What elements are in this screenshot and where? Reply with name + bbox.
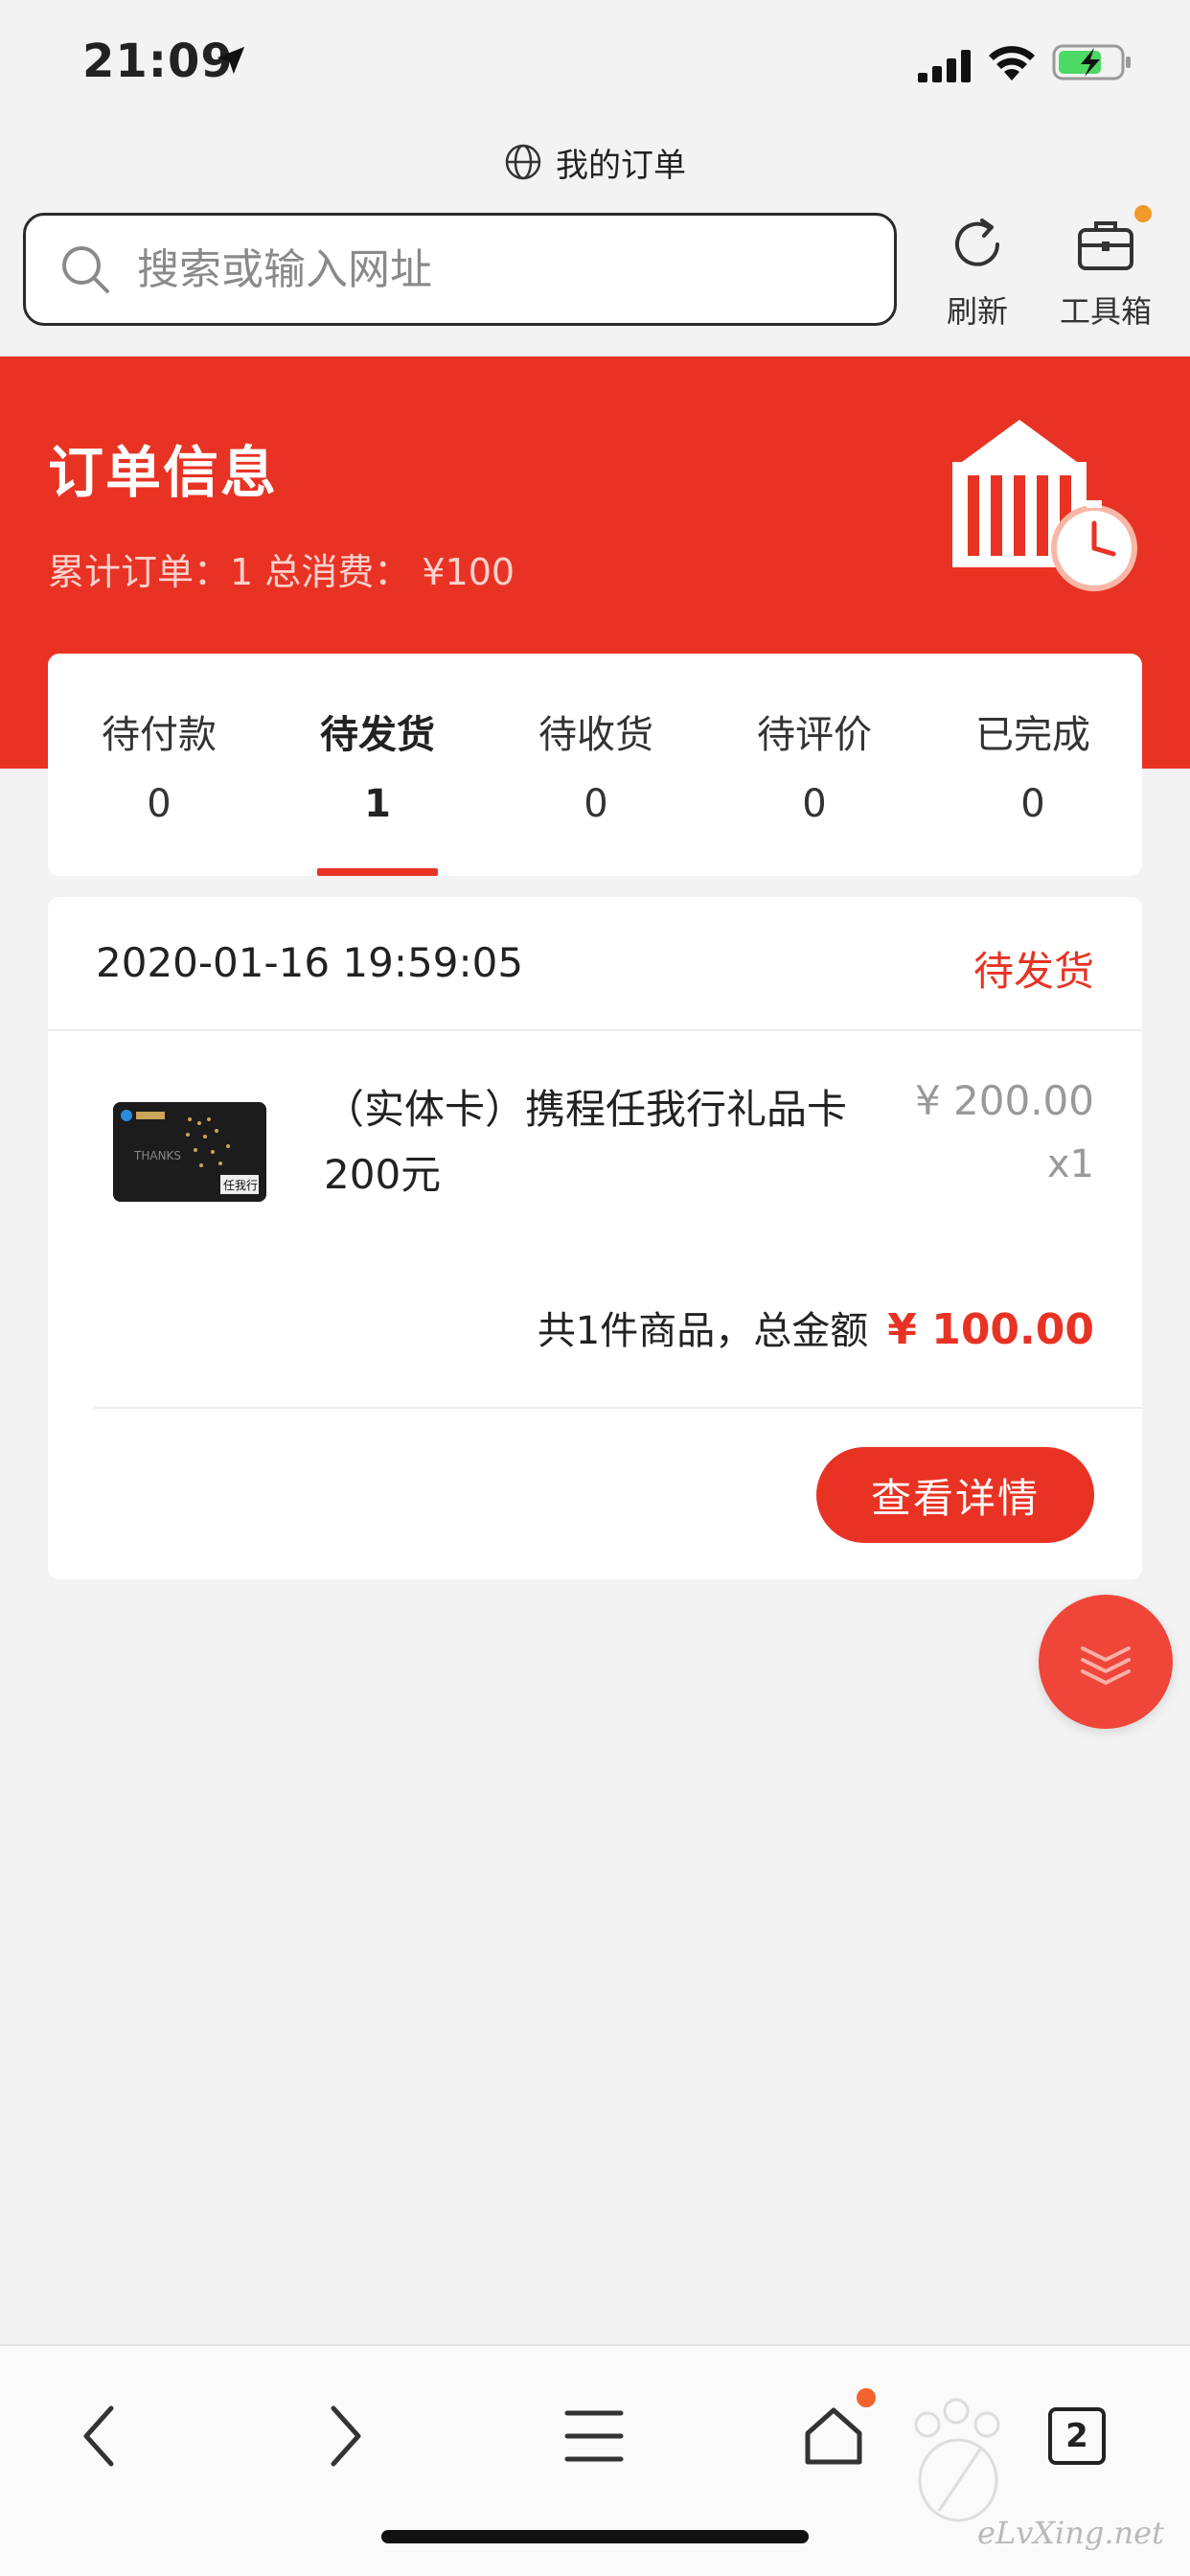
tab-pending-shipment[interactable]: 待发货 1 bbox=[272, 654, 483, 876]
tab-count: 0 bbox=[147, 782, 172, 826]
wifi-icon bbox=[989, 46, 1035, 80]
toolbox-label: 工具箱 bbox=[1059, 293, 1152, 330]
tabs-button[interactable]: 2 bbox=[1029, 2388, 1125, 2484]
home-icon bbox=[805, 2407, 862, 2465]
product-thumbnail[interactable]: THANKS 任我行 bbox=[113, 1102, 266, 1202]
order-status-tabs: 待付款 0 待发货 1 待收货 0 待评价 0 已完成 0 bbox=[48, 654, 1142, 876]
divider bbox=[94, 1407, 1142, 1409]
order-status-badge: 待发货 bbox=[973, 948, 1094, 995]
card-text-thanks: THANKS bbox=[133, 1149, 181, 1162]
tab-pending-receipt[interactable]: 待收货 0 bbox=[491, 654, 701, 876]
tab-label: 待发货 bbox=[320, 713, 435, 757]
tab-label: 待收货 bbox=[538, 713, 653, 757]
toolbox-icon bbox=[1078, 221, 1133, 270]
search-icon bbox=[62, 246, 109, 293]
divider bbox=[48, 1029, 1142, 1031]
status-time: 21:09 bbox=[82, 34, 234, 88]
home-indicator[interactable] bbox=[381, 2530, 809, 2543]
order-total-label: 共1件商品，总金额 bbox=[537, 1309, 869, 1353]
order-total-row: 共1件商品，总金额 ¥ 100.00 bbox=[538, 1300, 1094, 1355]
cellular-signal-icon bbox=[918, 50, 971, 82]
refresh-button[interactable]: 刷新 bbox=[920, 211, 1035, 330]
home-notification-dot bbox=[857, 2388, 876, 2407]
order-info-title: 订单信息 bbox=[48, 440, 279, 505]
globe-icon bbox=[505, 144, 541, 180]
tab-count-badge: 2 bbox=[1048, 2407, 1106, 2465]
tab-pending-review[interactable]: 待评价 0 bbox=[709, 654, 920, 876]
refresh-icon bbox=[955, 218, 999, 266]
browser-page-title-row[interactable]: 我的订单 bbox=[0, 134, 1190, 190]
back-button[interactable] bbox=[52, 2388, 148, 2484]
order-date: 2020-01-16 19:59:05 bbox=[96, 939, 524, 986]
order-total-amount: ¥ 100.00 bbox=[887, 1305, 1094, 1354]
gift-card-image: THANKS 任我行 bbox=[113, 1102, 266, 1202]
view-details-button[interactable]: 查看详情 bbox=[816, 1447, 1094, 1543]
refresh-label: 刷新 bbox=[946, 293, 1008, 330]
menu-button[interactable] bbox=[546, 2388, 642, 2484]
product-price: ¥ 200.00 bbox=[914, 1077, 1094, 1124]
tab-label: 待付款 bbox=[102, 713, 217, 757]
battery-icon bbox=[1052, 44, 1131, 80]
tab-label: 已完成 bbox=[975, 713, 1090, 757]
search-input[interactable] bbox=[137, 244, 865, 294]
toolbox-button[interactable]: 工具箱 bbox=[1048, 205, 1163, 330]
location-arrow-icon bbox=[217, 46, 245, 75]
order-summary: 累计订单：1 总消费： ¥100 bbox=[48, 551, 515, 593]
forward-button[interactable] bbox=[297, 2388, 393, 2484]
hamburger-menu-icon bbox=[564, 2410, 624, 2462]
tab-count: 0 bbox=[802, 782, 827, 826]
product-quantity: x1 bbox=[1046, 1142, 1094, 1186]
tab-label: 待评价 bbox=[757, 713, 872, 757]
watermark-text: eLvXing.net bbox=[977, 2515, 1164, 2551]
tab-count: 0 bbox=[584, 782, 608, 826]
storefront-clock-icon bbox=[952, 420, 1137, 591]
card-text-brand: 任我行 bbox=[223, 1179, 258, 1192]
chevrons-down-icon bbox=[1081, 1646, 1131, 1685]
toolbox-notification-dot bbox=[1134, 205, 1152, 222]
watermark-paw-icon bbox=[914, 2398, 1000, 2522]
tab-count: 1 bbox=[364, 782, 391, 826]
home-button[interactable] bbox=[786, 2388, 881, 2484]
tab-count: 0 bbox=[1020, 782, 1045, 826]
page-title: 我的订单 bbox=[556, 146, 686, 185]
product-name[interactable]: （实体卡）携程任我行礼品卡200元 bbox=[324, 1077, 860, 1208]
scroll-down-fab[interactable] bbox=[1039, 1595, 1173, 1729]
tab-completed[interactable]: 已完成 0 bbox=[927, 654, 1138, 876]
active-tab-indicator bbox=[317, 868, 438, 876]
chevron-right-icon bbox=[331, 2405, 361, 2467]
order-card: 2020-01-16 19:59:05 待发货 THANKS 任我行 （实体卡）… bbox=[48, 897, 1142, 1579]
tab-pending-payment[interactable]: 待付款 0 bbox=[54, 654, 264, 876]
address-bar[interactable] bbox=[23, 213, 897, 326]
chevron-left-icon bbox=[83, 2405, 114, 2467]
